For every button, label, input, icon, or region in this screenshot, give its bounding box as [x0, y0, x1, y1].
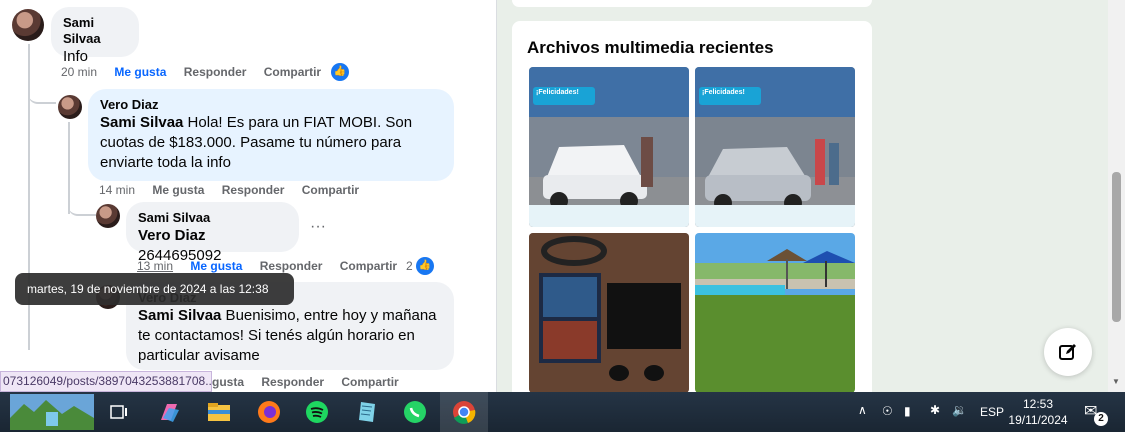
- comment-time[interactable]: 20 min: [61, 65, 97, 79]
- notepad-button[interactable]: [350, 392, 384, 432]
- notepad-icon: [359, 402, 375, 422]
- show-hidden-icons[interactable]: ∧: [858, 403, 867, 417]
- windows-taskbar: ∧ ☉ ▮ ✱ 🔉 ESP 12:53 19/11/2024 ✉ 2: [0, 392, 1125, 432]
- scrollbar-thumb[interactable]: [1112, 172, 1121, 322]
- comment-actions: 20 min Me gusta Responder Compartir: [61, 65, 335, 79]
- media-thumbnail[interactable]: ¡Felicidades!: [529, 67, 689, 227]
- thread-connector: [28, 88, 56, 104]
- reply-button[interactable]: Responder: [222, 183, 285, 197]
- meet-icon[interactable]: ☉: [882, 404, 893, 418]
- comment-time[interactable]: 14 min: [99, 183, 135, 197]
- folder-icon: [208, 403, 230, 421]
- comment-actions: 13 min Me gusta Responder Compartir: [137, 259, 411, 273]
- reply-button[interactable]: Responder: [260, 259, 323, 273]
- volume-icon[interactable]: 🔉: [952, 403, 967, 417]
- new-message-button[interactable]: [1044, 328, 1092, 376]
- like-button[interactable]: Me gusta: [190, 259, 242, 273]
- comment-author[interactable]: Vero Diaz: [100, 97, 442, 113]
- like-reaction-icon[interactable]: 👍: [331, 63, 349, 81]
- clock-time: 12:53: [1022, 397, 1054, 411]
- task-view-button[interactable]: [102, 392, 136, 432]
- card: [512, 0, 872, 7]
- share-button[interactable]: Compartir: [341, 375, 398, 389]
- like-reaction-icon[interactable]: 👍: [416, 257, 434, 275]
- share-button[interactable]: Compartir: [302, 183, 359, 197]
- share-button[interactable]: Compartir: [340, 259, 397, 273]
- file-explorer-button[interactable]: [202, 392, 236, 432]
- reply-button[interactable]: Responder: [261, 375, 324, 389]
- page-scrollbar[interactable]: ▼: [1108, 0, 1125, 392]
- landscape-icon: [10, 394, 94, 430]
- wifi-icon[interactable]: ✱: [930, 403, 940, 417]
- more-options-button[interactable]: ···: [310, 218, 326, 236]
- promo-banner: ¡Felicidades!: [533, 87, 595, 105]
- promo-banner: ¡Felicidades!: [699, 87, 761, 105]
- clock[interactable]: 12:53 19/11/2024: [1006, 396, 1070, 428]
- reaction-count[interactable]: 2: [406, 259, 413, 273]
- comment-bubble: Sami Silvaa Vero Diaz 2644695092: [126, 202, 299, 264]
- mention-link[interactable]: Vero Diaz: [138, 227, 206, 244]
- chrome-icon: [453, 401, 476, 424]
- comment-bubble: Vero Diaz Sami Silvaa Hola! Es para un F…: [88, 89, 454, 181]
- copilot-icon: [161, 404, 179, 422]
- language-indicator[interactable]: ESP: [980, 405, 1004, 419]
- right-column: Archivos multimedia recientes ¡Felicidad…: [497, 0, 1108, 401]
- battery-icon[interactable]: ▮: [904, 404, 911, 418]
- spotify-icon: [306, 401, 328, 423]
- mention-link[interactable]: Sami Silvaa: [138, 307, 221, 324]
- share-button[interactable]: Compartir: [264, 65, 321, 79]
- whatsapp-icon: [404, 401, 426, 423]
- comment-text: Sami Silvaa Hola! Es para un FIAT MOBI. …: [100, 113, 442, 173]
- like-button[interactable]: Me gusta: [114, 65, 166, 79]
- weather-widget[interactable]: [8, 392, 96, 432]
- scroll-down-icon[interactable]: ▼: [1112, 377, 1120, 386]
- mention-link[interactable]: Sami Silvaa: [100, 114, 183, 131]
- comment-author[interactable]: Sami Silvaa: [138, 210, 287, 226]
- spotify-button[interactable]: [300, 392, 334, 432]
- pool-photo: [695, 233, 855, 393]
- comment-actions: gusta Responder Compartir: [212, 375, 413, 389]
- thread-connector: [68, 200, 96, 216]
- notification-badge: 2: [1094, 412, 1108, 426]
- comment-text: Info: [63, 48, 89, 65]
- firefox-icon: [258, 401, 280, 423]
- whatsapp-button[interactable]: [398, 392, 432, 432]
- compose-icon: [1059, 344, 1076, 360]
- media-thumbnail[interactable]: [529, 233, 689, 393]
- timestamp-tooltip: martes, 19 de noviembre de 2024 a las 12…: [15, 273, 294, 305]
- recent-media-card: Archivos multimedia recientes ¡Felicidad…: [512, 21, 872, 401]
- media-thumbnail[interactable]: [695, 233, 855, 393]
- task-view-icon: [110, 405, 127, 419]
- comment-time[interactable]: 13 min: [137, 259, 173, 273]
- copilot-button[interactable]: [152, 392, 186, 432]
- reply-button[interactable]: Responder: [184, 65, 247, 79]
- chrome-button[interactable]: [440, 392, 488, 432]
- console-photo: [529, 233, 689, 393]
- comment-actions: 14 min Me gusta Responder Compartir: [99, 183, 373, 197]
- comment-author[interactable]: Sami Silvaa: [63, 15, 127, 47]
- link-status-bar: 073126049/posts/3897043253881708...: [0, 371, 212, 392]
- card-title: Archivos multimedia recientes: [527, 38, 774, 57]
- like-button[interactable]: gusta: [212, 375, 244, 389]
- avatar[interactable]: [12, 9, 44, 41]
- comment-text: Sami Silvaa Buenisimo, entre hoy y mañan…: [138, 306, 442, 366]
- like-button[interactable]: Me gusta: [152, 183, 204, 197]
- firefox-button[interactable]: [252, 392, 286, 432]
- comments-feed: Sami Silvaa Info 20 min Me gusta Respond…: [0, 0, 497, 392]
- clock-date: 19/11/2024: [1008, 413, 1068, 427]
- avatar[interactable]: [58, 95, 82, 119]
- media-thumbnail[interactable]: ¡Felicidades!: [695, 67, 855, 227]
- comment-bubble: Sami Silvaa Info: [51, 7, 139, 65]
- avatar[interactable]: [96, 204, 120, 228]
